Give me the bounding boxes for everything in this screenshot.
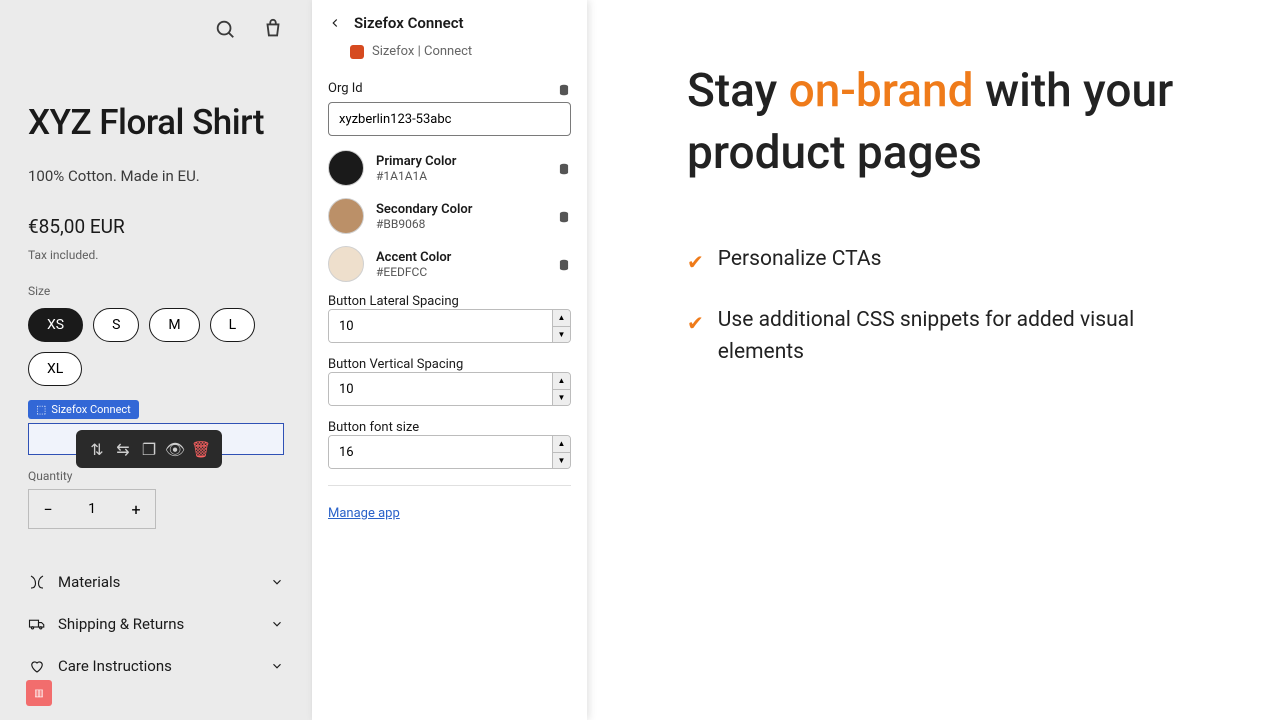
- primary-color-row[interactable]: Primary Color #1A1A1A: [328, 150, 571, 186]
- divider: [328, 485, 571, 486]
- size-label: Size: [28, 284, 284, 298]
- spin-up[interactable]: ▲: [553, 373, 570, 390]
- accordion-care[interactable]: Care Instructions: [28, 645, 284, 687]
- duplicate-icon[interactable]: ❐: [138, 438, 160, 460]
- accordion-shipping[interactable]: Shipping & Returns: [28, 603, 284, 645]
- secondary-color-row[interactable]: Secondary Color #BB9068: [328, 198, 571, 234]
- marketing-headline: Stay on-brand with your product pages: [687, 60, 1210, 184]
- accordion-materials-label: Materials: [58, 573, 258, 591]
- secondary-color-label: Secondary Color: [376, 202, 545, 217]
- database-icon[interactable]: [557, 82, 571, 96]
- chevron-down-icon: [270, 659, 284, 673]
- truck-icon: [28, 615, 46, 633]
- app-logo-icon: [350, 45, 364, 59]
- org-id-input[interactable]: [328, 102, 571, 136]
- product-title: XYZ Floral Shirt: [28, 102, 284, 143]
- spin-down[interactable]: ▼: [553, 453, 570, 469]
- headline-accent: on-brand: [789, 64, 974, 118]
- block-toolbar: ⇅ ⇆ ❐ 👁⁠ 🗑: [76, 430, 222, 468]
- accent-color-hex: #EEDFCC: [376, 265, 545, 279]
- manage-app-link[interactable]: Manage app: [328, 506, 400, 521]
- check-icon: ✔: [687, 308, 704, 338]
- app-badge[interactable]: ▥: [26, 680, 52, 706]
- accordion-shipping-label: Shipping & Returns: [58, 615, 258, 633]
- quantity-label: Quantity: [28, 469, 284, 483]
- bullet-2: ✔ Use additional CSS snippets for added v…: [687, 305, 1210, 368]
- chevron-down-icon: [270, 617, 284, 631]
- size-xl[interactable]: XL: [28, 352, 82, 386]
- font-size-input[interactable]: [329, 436, 552, 468]
- product-price: €85,00 EUR: [28, 215, 284, 238]
- size-xs[interactable]: XS: [28, 308, 83, 342]
- spin-down[interactable]: ▼: [553, 327, 570, 343]
- search-icon[interactable]: [214, 18, 236, 44]
- secondary-color-swatch[interactable]: [328, 198, 364, 234]
- accent-color-swatch[interactable]: [328, 246, 364, 282]
- tax-note: Tax included.: [28, 248, 284, 262]
- database-icon[interactable]: [557, 257, 571, 271]
- delete-icon[interactable]: 🗑: [190, 438, 212, 460]
- heart-icon: [28, 657, 46, 675]
- primary-color-label: Primary Color: [376, 154, 545, 169]
- database-icon[interactable]: [557, 161, 571, 175]
- hide-icon[interactable]: 👁⁠: [164, 438, 186, 460]
- spin-up[interactable]: ▲: [553, 310, 570, 327]
- headline-pre: Stay: [687, 64, 789, 118]
- chevron-down-icon: [270, 575, 284, 589]
- sizefox-block-tag[interactable]: Sizefox Connect: [28, 400, 139, 419]
- accordion-care-label: Care Instructions: [58, 657, 258, 675]
- size-m[interactable]: M: [149, 308, 199, 342]
- bullet-1: ✔ Personalize CTAs: [687, 244, 1210, 277]
- font-size-label: Button font size: [328, 420, 571, 435]
- check-icon: ✔: [687, 247, 704, 277]
- accordion-materials[interactable]: Materials: [28, 561, 284, 603]
- panel-title: Sizefox Connect: [354, 14, 464, 32]
- lateral-spacing-label: Button Lateral Spacing: [328, 294, 571, 309]
- product-description: 100% Cotton. Made in EU.: [28, 167, 284, 185]
- primary-color-swatch[interactable]: [328, 150, 364, 186]
- vertical-spacing-label: Button Vertical Spacing: [328, 357, 571, 372]
- move-down-icon[interactable]: ⇆: [112, 438, 134, 460]
- panel-subheader: Sizefox | Connect: [312, 40, 587, 73]
- settings-panel: Sizefox Connect Sizefox | Connect Org Id…: [312, 0, 587, 720]
- lateral-spacing-input[interactable]: [329, 310, 552, 342]
- accent-color-row[interactable]: Accent Color #EEDFCC: [328, 246, 571, 282]
- qty-increase[interactable]: +: [117, 490, 155, 528]
- size-l[interactable]: L: [210, 308, 256, 342]
- spin-down[interactable]: ▼: [553, 390, 570, 406]
- vertical-spacing-input[interactable]: [329, 373, 552, 405]
- size-s[interactable]: S: [93, 308, 139, 342]
- primary-color-hex: #1A1A1A: [376, 169, 545, 183]
- panel-sub-label: Sizefox | Connect: [372, 44, 472, 59]
- org-id-label: Org Id: [328, 81, 363, 96]
- materials-icon: [28, 573, 46, 591]
- back-icon[interactable]: [328, 16, 342, 30]
- bullet-1-text: Personalize CTAs: [718, 244, 882, 276]
- database-icon[interactable]: [557, 209, 571, 223]
- product-preview: XYZ Floral Shirt 100% Cotton. Made in EU…: [0, 0, 312, 720]
- secondary-color-hex: #BB9068: [376, 217, 545, 231]
- spin-up[interactable]: ▲: [553, 436, 570, 453]
- size-options: XS S M L: [28, 308, 284, 342]
- cart-icon[interactable]: [262, 18, 284, 44]
- marketing-pane: Stay on-brand with your product pages ✔ P…: [587, 0, 1280, 720]
- bullet-2-text: Use additional CSS snippets for added vi…: [718, 305, 1210, 368]
- move-up-icon[interactable]: ⇅: [86, 438, 108, 460]
- qty-decrease[interactable]: −: [29, 490, 67, 528]
- qty-value: 1: [67, 490, 117, 528]
- quantity-stepper: − 1 +: [28, 489, 156, 529]
- accent-color-label: Accent Color: [376, 250, 545, 265]
